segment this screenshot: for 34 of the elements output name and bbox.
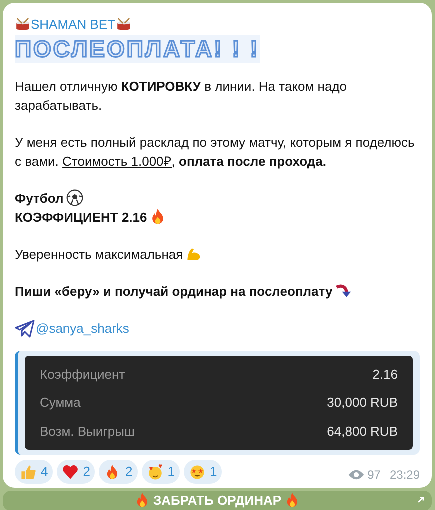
message-line: КОЭФФИЦИЕНТ 2.16 bbox=[15, 208, 148, 226]
eye-icon bbox=[348, 469, 365, 481]
reaction-chip[interactable]: 1 bbox=[184, 460, 222, 484]
message-line: Пиши «беру» и получай ординар на послеоплату bbox=[15, 282, 333, 300]
reaction-chip[interactable]: 2 bbox=[99, 460, 138, 484]
view-count: 97 bbox=[368, 467, 381, 484]
bet-label: Коэффициент bbox=[40, 366, 126, 384]
star-struck-face-icon bbox=[188, 464, 206, 480]
drum-icon bbox=[116, 16, 132, 33]
inline-button[interactable]: ЗАБРАТЬ ОРДИНАР bbox=[3, 491, 432, 510]
curved-arrow-icon bbox=[334, 282, 353, 300]
reaction-chip[interactable]: 2 bbox=[57, 460, 96, 484]
heart-icon bbox=[62, 464, 80, 480]
message-line: Футбол bbox=[15, 190, 64, 208]
bet-value: 30,000 RUB bbox=[327, 394, 398, 412]
headline: ПОСЛЕОПЛАТА! ! ! bbox=[15, 34, 260, 62]
bet-label: Возм. Выигрыш bbox=[40, 422, 135, 441]
mention-link[interactable]: @sanya_sharks bbox=[36, 319, 130, 338]
bet-label: Сумма bbox=[40, 394, 81, 412]
message-paragraph: У меня есть полный расклад по этому матчу, которым я поделюсь с вами. Стоимость 1.000₽, оплата после прохода. bbox=[15, 134, 416, 170]
reaction-chip[interactable]: 1 bbox=[142, 460, 180, 484]
open-link-icon bbox=[417, 496, 425, 504]
thumbs-up-icon bbox=[20, 464, 37, 480]
message-time: 23:29 bbox=[390, 467, 420, 484]
soccer-ball-icon bbox=[66, 189, 84, 207]
bet-value: 2.16 bbox=[372, 366, 398, 384]
drum-icon bbox=[15, 16, 31, 33]
message-paragraph: Нашел отличную КОТИРОВКУ в линии. На таком надо зарабатывать. bbox=[15, 78, 348, 114]
channel-name[interactable]: SHAMAN BET bbox=[31, 15, 116, 34]
paper-plane-icon bbox=[15, 318, 35, 338]
reaction-chip[interactable]: 4 bbox=[15, 460, 54, 484]
smiling-face-with-hearts-icon bbox=[146, 464, 164, 480]
message-line: Уверенность максимальная bbox=[15, 246, 184, 264]
bet-value: 64,800 RUB bbox=[327, 422, 398, 440]
